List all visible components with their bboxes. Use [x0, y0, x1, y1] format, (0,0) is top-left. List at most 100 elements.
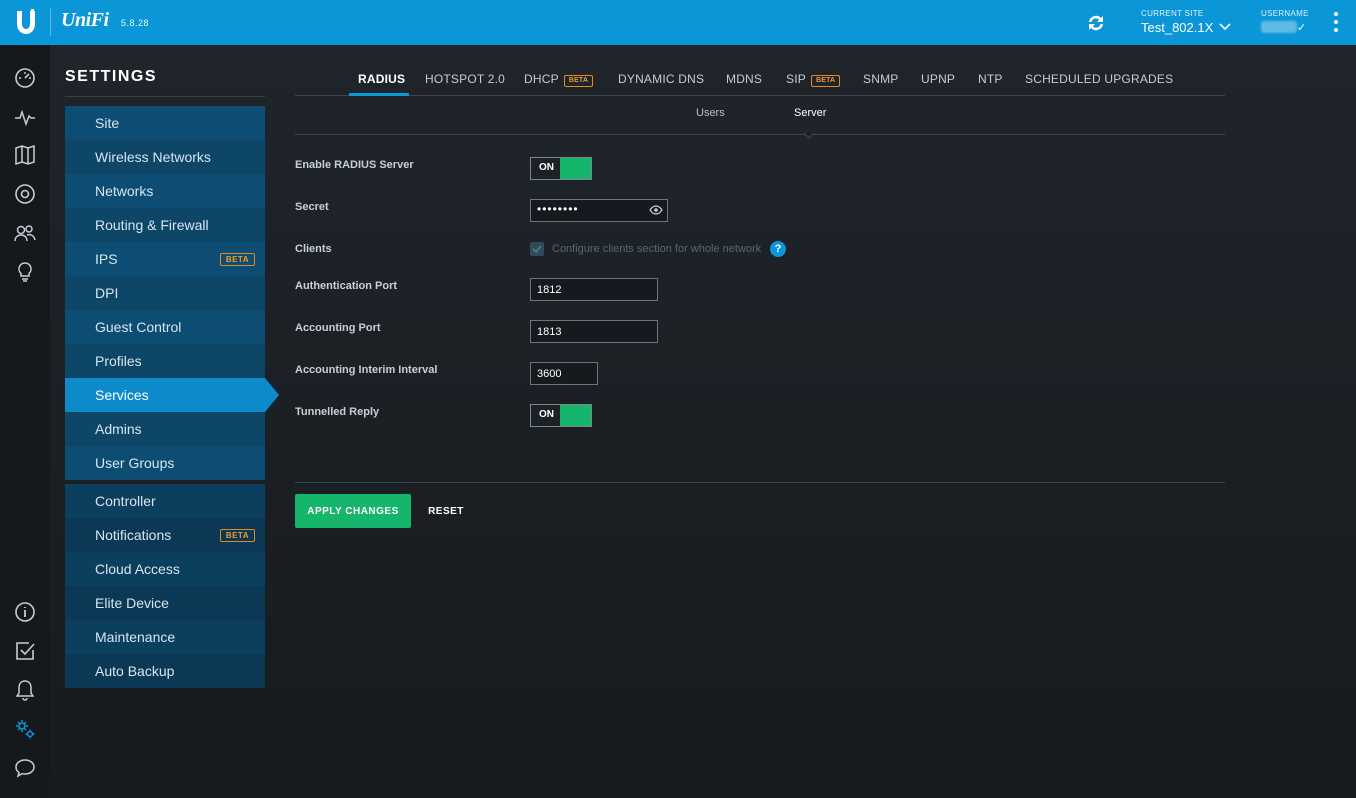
- tab-radius[interactable]: RADIUS: [358, 72, 405, 86]
- menu-item-label: Routing & Firewall: [95, 217, 209, 233]
- tab-dynamic-dns[interactable]: DYNAMIC DNS: [618, 72, 704, 86]
- menu-item-auto-backup[interactable]: Auto Backup: [65, 654, 265, 688]
- tunnelled-reply-label: Tunnelled Reply: [295, 406, 380, 418]
- clients-whole-network-checkbox[interactable]: [530, 242, 544, 256]
- unifi-logo-text: UniFi: [61, 9, 109, 31]
- map-icon[interactable]: [13, 143, 37, 167]
- menu-item-label: Auto Backup: [95, 663, 175, 679]
- settings-title: SETTINGS: [65, 68, 158, 85]
- menu-item-label: User Groups: [95, 455, 175, 471]
- menu-item-label: DPI: [95, 285, 119, 301]
- tab-dhcp[interactable]: DHCP BETA: [524, 72, 594, 87]
- interim-interval-input[interactable]: [530, 362, 598, 385]
- menu-item-routing-firewall[interactable]: Routing & Firewall: [65, 208, 265, 242]
- active-subtab-caret-icon: [804, 133, 814, 139]
- tasks-icon[interactable]: [13, 639, 37, 663]
- toggle-state-text: ON: [539, 162, 554, 173]
- menu-item-ips[interactable]: IPS BETA: [65, 242, 265, 276]
- dashboard-icon[interactable]: [13, 66, 37, 90]
- menu-item-dpi[interactable]: DPI: [65, 276, 265, 310]
- tab-mdns[interactable]: MDNS: [726, 72, 762, 86]
- tab-sip[interactable]: SIP BETA: [786, 72, 841, 87]
- subtab-users[interactable]: Users: [696, 107, 725, 119]
- menu-item-maintenance[interactable]: Maintenance: [65, 620, 265, 654]
- menu-item-notifications[interactable]: Notifications BETA: [65, 518, 265, 552]
- auth-port-label: Authentication Port: [295, 280, 398, 292]
- toggle-knob: [560, 158, 591, 179]
- tab-label: SIP: [786, 72, 806, 86]
- logo-separator: [50, 8, 51, 36]
- menu-item-user-groups[interactable]: User Groups: [65, 446, 265, 480]
- settings-menu: Site Wireless Networks Networks Routing …: [65, 106, 279, 688]
- enable-radius-label: Enable RADIUS Server: [295, 159, 414, 171]
- settings-menu-group-controller: Controller Notifications BETA Cloud Acces…: [65, 484, 265, 688]
- info-icon[interactable]: [13, 600, 37, 624]
- version-label: 5.8.28: [121, 18, 150, 28]
- tab-upnp[interactable]: UPNP: [921, 72, 955, 86]
- beta-badge: BETA: [219, 529, 255, 542]
- current-site-selector[interactable]: Test_802.1X: [1141, 20, 1213, 35]
- toggle-knob: [560, 405, 591, 426]
- alerts-icon[interactable]: [13, 678, 37, 702]
- tab-hotspot[interactable]: HOTSPOT 2.0: [425, 72, 505, 86]
- top-bar: UniFi 5.8.28 CURRENT SITE Test_802.1X US…: [0, 0, 1356, 45]
- username-label: USERNAME: [1261, 9, 1309, 18]
- chevron-down-icon[interactable]: [1219, 22, 1231, 32]
- insights-icon[interactable]: [13, 260, 37, 284]
- statistics-icon[interactable]: [13, 105, 37, 129]
- menu-item-elite-device[interactable]: Elite Device: [65, 586, 265, 620]
- subtab-server[interactable]: Server: [794, 107, 826, 119]
- menu-item-site[interactable]: Site: [65, 106, 265, 140]
- clients-checkbox-label: Configure clients section for whole netw…: [552, 243, 762, 255]
- devices-icon[interactable]: [13, 182, 37, 206]
- tab-label: DHCP: [524, 72, 559, 86]
- menu-item-label: Networks: [95, 183, 154, 199]
- more-options-icon[interactable]: [1330, 11, 1342, 35]
- current-site-label: CURRENT SITE: [1141, 9, 1204, 18]
- menu-item-label: Services: [95, 387, 149, 403]
- secret-masked-value: ••••••••: [537, 202, 579, 216]
- apply-changes-button[interactable]: APPLY CHANGES: [295, 494, 411, 528]
- reset-button[interactable]: RESET: [423, 494, 469, 528]
- beta-badge: BETA: [563, 75, 594, 87]
- clients-icon[interactable]: [13, 221, 37, 245]
- menu-item-label: Notifications: [95, 527, 172, 543]
- menu-item-guest-control[interactable]: Guest Control: [65, 310, 265, 344]
- toggle-state-text: ON: [539, 409, 554, 420]
- menu-item-services[interactable]: Services: [65, 378, 279, 412]
- menu-item-label: Wireless Networks: [95, 149, 211, 165]
- menu-item-label: Profiles: [95, 353, 142, 369]
- menu-item-label: IPS: [95, 251, 118, 267]
- interim-interval-label: Accounting Interim Interval: [295, 364, 438, 376]
- tab-scheduled-upgrades[interactable]: SCHEDULED UPGRADES: [1025, 72, 1173, 86]
- menu-item-cloud-access[interactable]: Cloud Access: [65, 552, 265, 586]
- radius-subtabs: Users Server: [295, 96, 1225, 139]
- menu-item-label: Maintenance: [95, 629, 176, 645]
- menu-item-profiles[interactable]: Profiles: [65, 344, 265, 378]
- enable-radius-toggle[interactable]: ON: [530, 157, 592, 180]
- username-value[interactable]: [1261, 21, 1297, 33]
- menu-item-wireless-networks[interactable]: Wireless Networks: [65, 140, 265, 174]
- left-icon-rail: [0, 45, 50, 798]
- auth-port-input[interactable]: [530, 278, 658, 301]
- settings-menu-group-site: Site Wireless Networks Networks Routing …: [65, 106, 279, 480]
- tab-ntp[interactable]: NTP: [978, 72, 1003, 86]
- tunnelled-reply-toggle[interactable]: ON: [530, 404, 592, 427]
- ubiquiti-logo-icon[interactable]: [14, 9, 38, 35]
- tab-snmp[interactable]: SNMP: [863, 72, 898, 86]
- refresh-icon[interactable]: [1084, 11, 1108, 35]
- show-password-eye-icon[interactable]: [649, 205, 663, 215]
- services-tabs: RADIUS HOTSPOT 2.0 DHCP BETA DYNAMIC DNS …: [295, 66, 1225, 96]
- menu-item-controller[interactable]: Controller: [65, 484, 265, 518]
- help-icon[interactable]: ?: [770, 241, 786, 257]
- menu-item-admins[interactable]: Admins: [65, 412, 265, 446]
- chat-icon[interactable]: [13, 756, 37, 780]
- beta-badge: BETA: [219, 253, 255, 266]
- menu-item-networks[interactable]: Networks: [65, 174, 265, 208]
- menu-item-label: Controller: [95, 493, 156, 509]
- settings-icon[interactable]: [13, 717, 37, 741]
- acct-port-label: Accounting Port: [295, 322, 381, 334]
- menu-item-label: Elite Device: [95, 595, 169, 611]
- acct-port-input[interactable]: [530, 320, 658, 343]
- clients-label: Clients: [295, 243, 332, 255]
